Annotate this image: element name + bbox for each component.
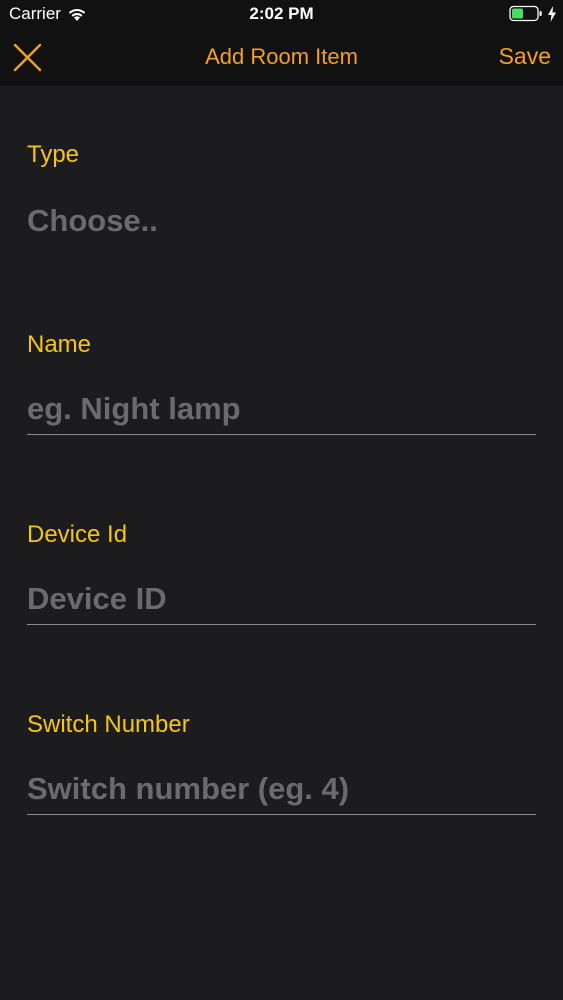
battery-icon bbox=[509, 5, 543, 22]
device-id-label: Device Id bbox=[27, 521, 128, 548]
switch-number-label: Switch Number bbox=[27, 711, 190, 738]
navigation-bar: Add Room Item Save bbox=[0, 30, 563, 86]
name-label: Name bbox=[27, 331, 92, 358]
status-time: 2:02 PM bbox=[249, 4, 314, 23]
status-bar: Carrier 2:02 PM bbox=[0, 0, 563, 30]
switch-number-field[interactable] bbox=[27, 764, 536, 815]
close-button[interactable] bbox=[10, 39, 48, 77]
name-field[interactable] bbox=[27, 384, 536, 435]
charging-bolt-icon bbox=[547, 5, 557, 22]
type-selector[interactable]: Choose.. bbox=[27, 203, 158, 239]
device-id-field[interactable] bbox=[27, 574, 536, 625]
close-icon bbox=[13, 43, 42, 72]
battery-indicator bbox=[509, 5, 557, 22]
page-title: Add Room Item bbox=[205, 44, 358, 69]
save-button[interactable]: Save bbox=[499, 43, 551, 70]
type-label: Type bbox=[27, 141, 80, 168]
